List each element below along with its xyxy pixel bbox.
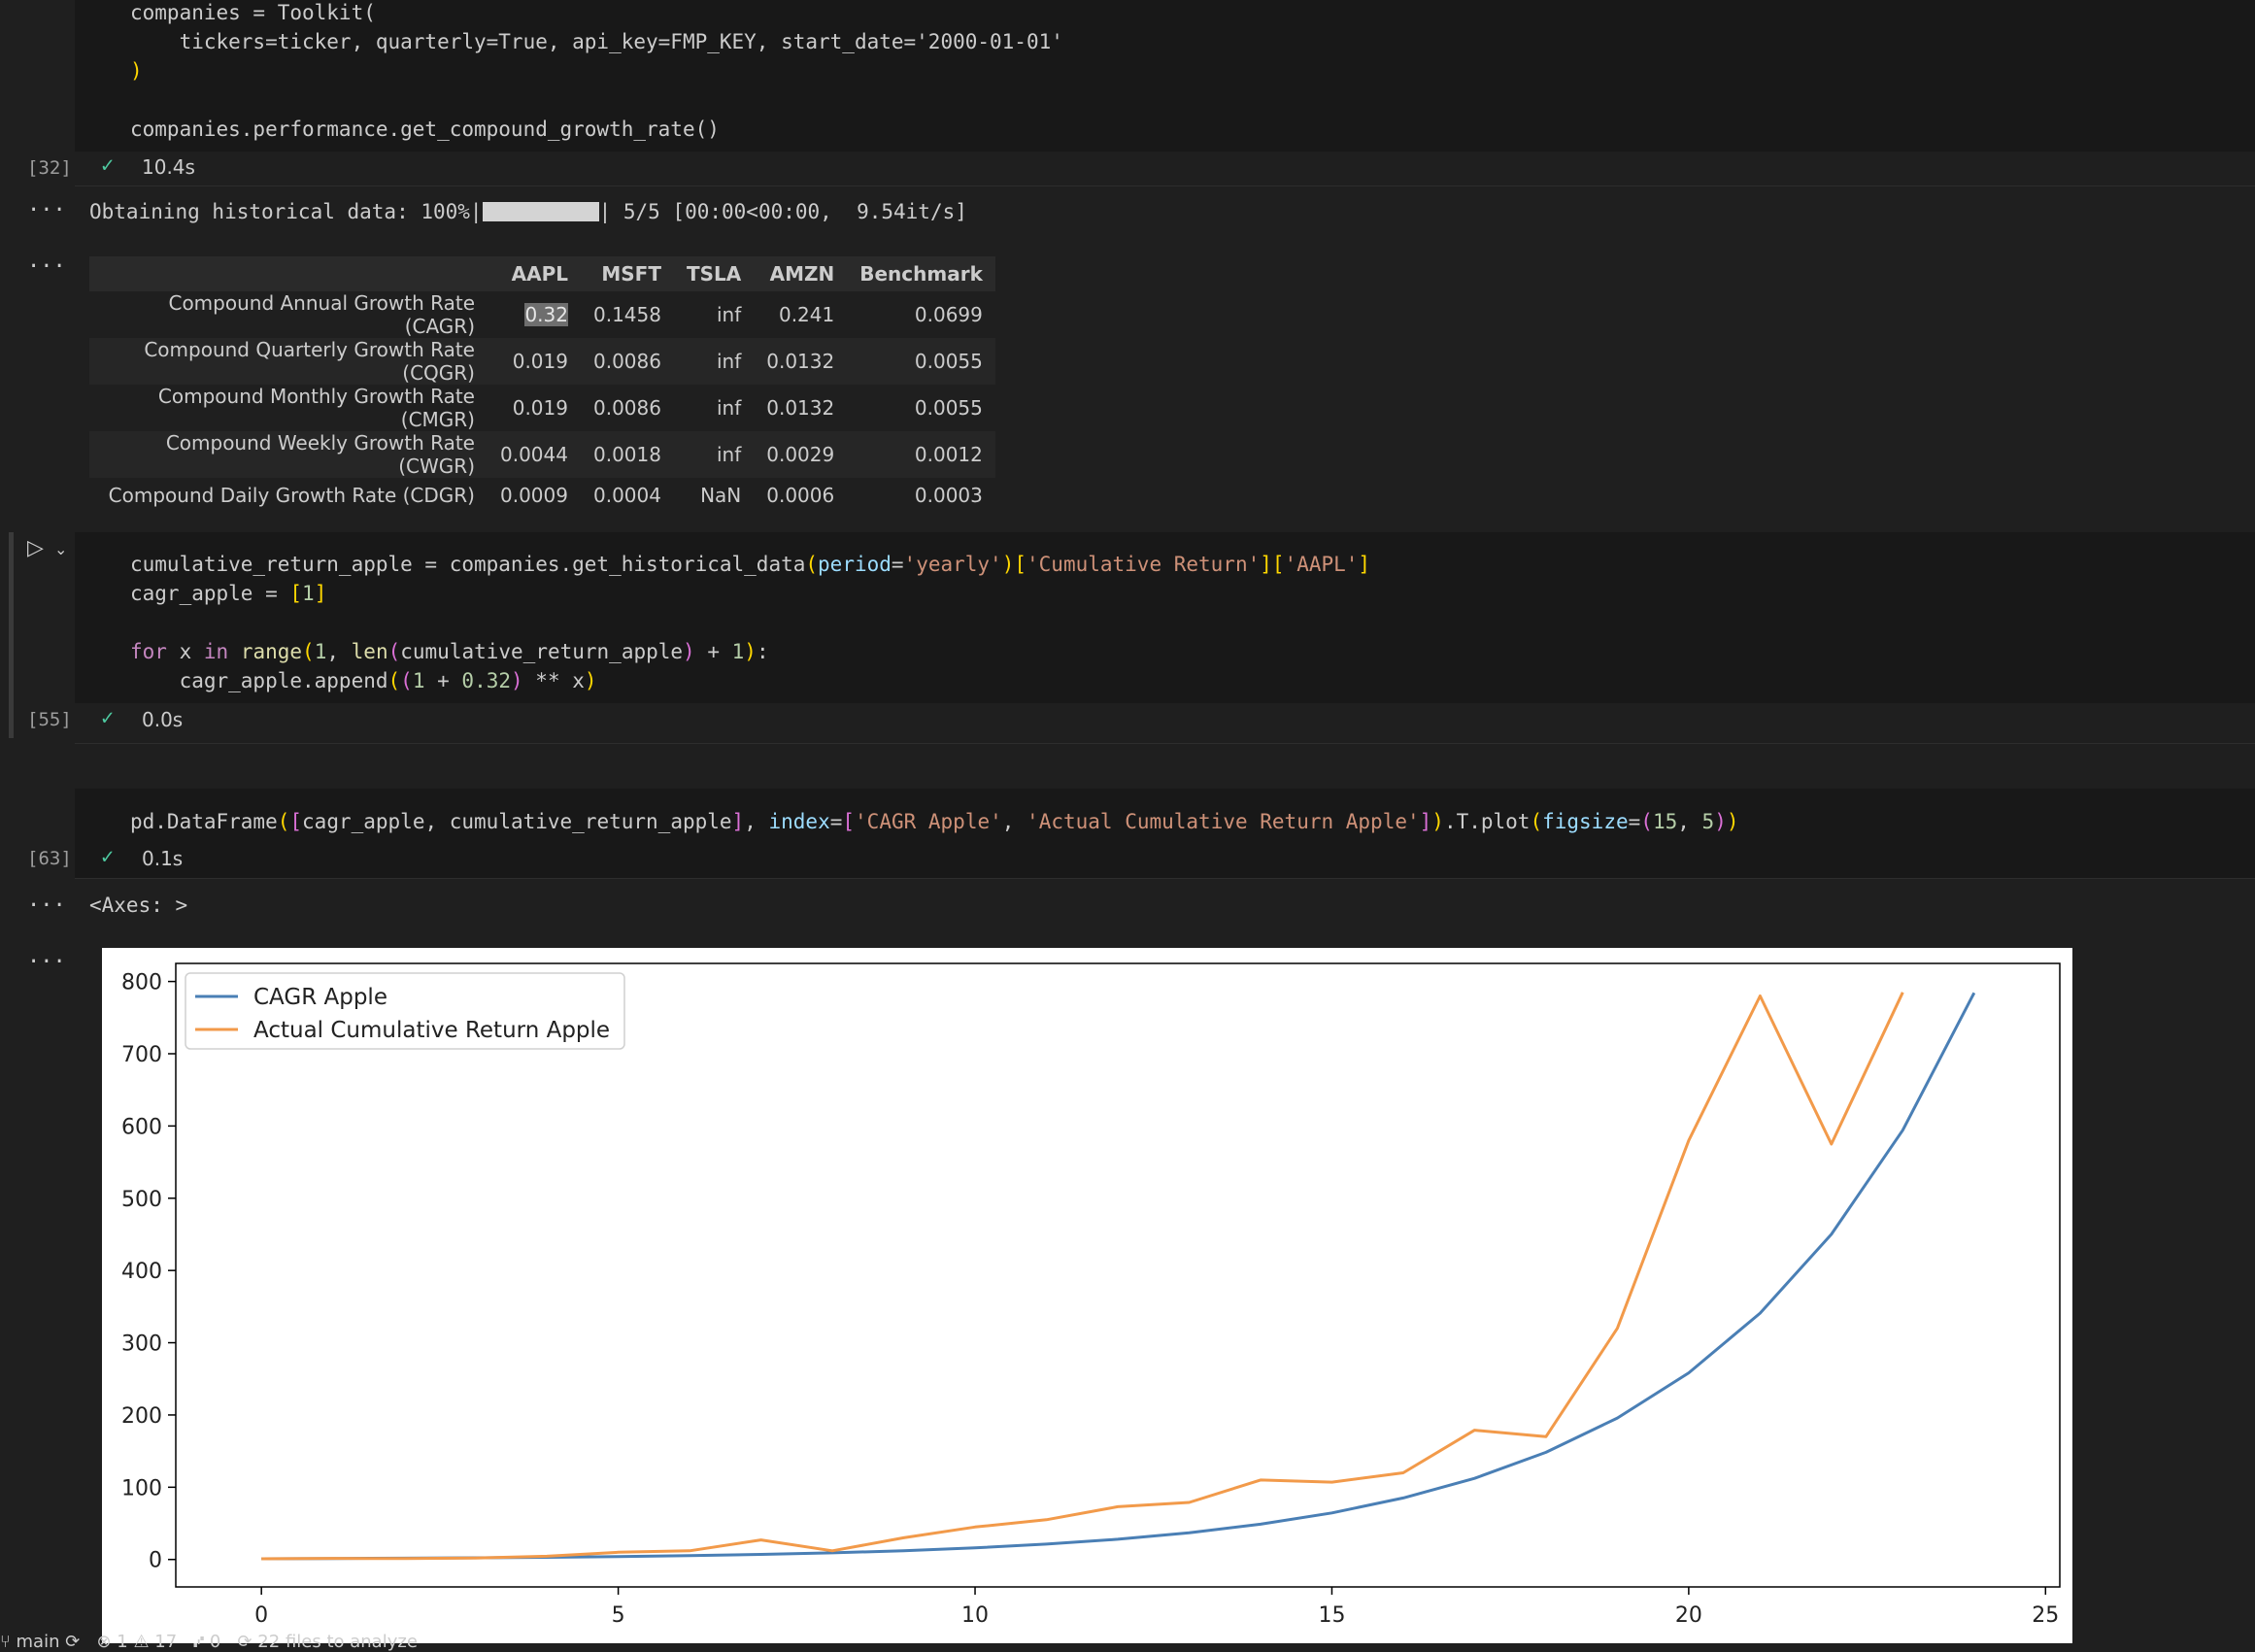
table-cell: 0.0699	[914, 303, 983, 326]
y-tick-label: 400	[121, 1260, 162, 1284]
x-tick-label: 15	[1318, 1603, 1345, 1628]
y-tick-label: 600	[121, 1115, 162, 1139]
table-cell: 0.019	[512, 396, 568, 420]
table-cell: 0.0055	[914, 396, 983, 420]
table-header: AAPL	[488, 256, 581, 291]
y-tick-label: 500	[121, 1188, 162, 1212]
axes-output-text: <Axes: >	[89, 893, 188, 917]
output-more-icon[interactable]: ···	[27, 893, 66, 918]
y-tick-label: 300	[121, 1332, 162, 1357]
x-tick-label: 5	[612, 1603, 625, 1628]
table-cell: 0.0029	[754, 431, 848, 478]
table-cell: 0.32	[524, 303, 568, 326]
table-cell: 0.0055	[847, 338, 995, 385]
table-cell: 0.0006	[766, 484, 835, 507]
code-line-2-2: cagr_apple = [1]	[130, 582, 327, 605]
table-cell: 0.0086	[580, 338, 674, 385]
table-cell: inf	[673, 338, 755, 385]
line-chart: 0 5 10 15 20 25 0 100 200 300 400 500 600 700 800 CAGR …	[121, 962, 2061, 1628]
y-tick-label: 800	[121, 971, 162, 995]
table-cell: 0.0086	[592, 396, 661, 420]
status-bar: ⑂ main ⟳ ⊗ 1 ⚠ 17 ⑇ 0 ⟳ 22 files to anal…	[0, 1632, 418, 1652]
x-tick-label: 10	[961, 1603, 989, 1628]
table-cell: NaN	[700, 484, 742, 507]
execution-time: 10.4s	[142, 155, 195, 179]
table-cell: 0.0004	[592, 484, 661, 507]
execution-count-63: [63]	[27, 848, 72, 869]
table-row: Compound Annual Growth Rate (CAGR) 0.32 …	[89, 291, 995, 338]
execution-time: 0.1s	[142, 847, 184, 870]
legend-label: Actual Cumulative Return Apple	[253, 1018, 610, 1043]
row-label: Compound Annual Growth Rate (CAGR)	[168, 291, 475, 338]
table-header: MSFT	[580, 256, 674, 291]
row-label: Compound Quarterly Growth Rate (CQGR)	[89, 338, 488, 385]
table-row: Compound Weekly Growth Rate (CWGR) 0.004…	[89, 431, 995, 478]
y-tick-label: 700	[121, 1043, 162, 1067]
success-check-icon: ✓	[101, 153, 115, 178]
table-row: Compound Monthly Growth Rate (CMGR) 0.01…	[89, 385, 995, 431]
execution-count-32: [32]	[27, 157, 72, 179]
table-cell: 0.0132	[754, 338, 848, 385]
progress-bar	[482, 202, 599, 221]
table-header-row: AAPL MSFT TSLA AMZN Benchmark	[89, 256, 995, 291]
series-line-1	[261, 992, 1976, 1561]
table-cell: 0.0018	[580, 431, 674, 478]
table-cell: 0.0003	[914, 484, 983, 507]
row-label: Compound Monthly Growth Rate (CMGR)	[157, 385, 475, 431]
row-label: Compound Weekly Growth Rate (CWGR)	[89, 431, 488, 478]
code-line-1-2: tickers=ticker, quarterly=True, api_key=…	[130, 30, 1063, 53]
output-more-icon[interactable]: ···	[27, 254, 66, 279]
y-tick-label: 0	[149, 1549, 162, 1573]
table-cell: 0.1458	[592, 303, 661, 326]
code-line-1-5: companies.performance.get_compound_growt…	[130, 118, 720, 141]
table-cell: inf	[673, 431, 755, 478]
success-check-icon: ✓	[101, 706, 115, 730]
run-cell-icon[interactable]: ▷	[27, 536, 44, 560]
x-tick-label: 20	[1675, 1603, 1702, 1628]
x-tick-label: 0	[254, 1603, 268, 1628]
table-header: TSLA	[673, 256, 755, 291]
table-cell: 0.0132	[766, 396, 835, 420]
table-header-index	[89, 256, 488, 291]
table-header: AMZN	[754, 256, 848, 291]
chevron-down-icon[interactable]: ⌄	[54, 540, 67, 558]
table-header: Benchmark	[847, 256, 995, 291]
table-cell: 0.241	[778, 303, 835, 326]
cell-divider	[75, 185, 2255, 186]
table-row: Compound Daily Growth Rate (CDGR) 0.0009…	[89, 478, 995, 513]
code-line-1-1: companies = Toolkit(	[130, 1, 376, 24]
progress-output: Obtaining historical data: 100%| | 5/5 [0…	[89, 200, 967, 223]
table-cell: 0.0044	[488, 431, 581, 478]
table-cell: inf	[716, 396, 742, 420]
cell-divider	[75, 878, 2255, 879]
plot-output: 0 5 10 15 20 25 0 100 200 300 400 500 600 700 800 CAGR …	[102, 948, 2072, 1643]
active-cell-indicator	[9, 532, 14, 738]
cell-divider	[75, 743, 2255, 744]
y-tick-label: 200	[121, 1404, 162, 1429]
output-more-icon[interactable]: ···	[27, 198, 66, 222]
table-cell: 0.019	[488, 338, 581, 385]
code-line-3-1: pd.DataFrame([cagr_apple, cumulative_ret…	[130, 810, 1739, 833]
success-check-icon: ✓	[101, 845, 115, 869]
execution-count-55: [55]	[27, 709, 72, 730]
growth-rate-table: AAPL MSFT TSLA AMZN Benchmark Compound A…	[89, 256, 995, 513]
y-tick-label: 100	[121, 1476, 162, 1500]
table-cell: 0.0012	[847, 431, 995, 478]
execution-time: 0.0s	[142, 708, 184, 731]
plot-frame	[175, 962, 2061, 1588]
legend-label: CAGR Apple	[253, 985, 387, 1010]
row-label: Compound Daily Growth Rate (CDGR)	[108, 484, 475, 507]
x-tick-label: 25	[2032, 1603, 2059, 1628]
series-line-2	[261, 992, 1904, 1561]
code-line-1-3: )	[130, 59, 143, 83]
code-line-2-1: cumulative_return_apple = companies.get_…	[130, 553, 1371, 576]
output-more-icon[interactable]: ···	[27, 950, 66, 974]
table-cell: inf	[716, 303, 742, 326]
code-line-2-5: cagr_apple.append((1 + 0.32) ** x)	[130, 669, 597, 692]
table-cell: 0.0009	[500, 484, 568, 507]
code-line-2-4: for x in range(1, len(cumulative_return_…	[130, 640, 769, 663]
table-row: Compound Quarterly Growth Rate (CQGR) 0.…	[89, 338, 995, 385]
